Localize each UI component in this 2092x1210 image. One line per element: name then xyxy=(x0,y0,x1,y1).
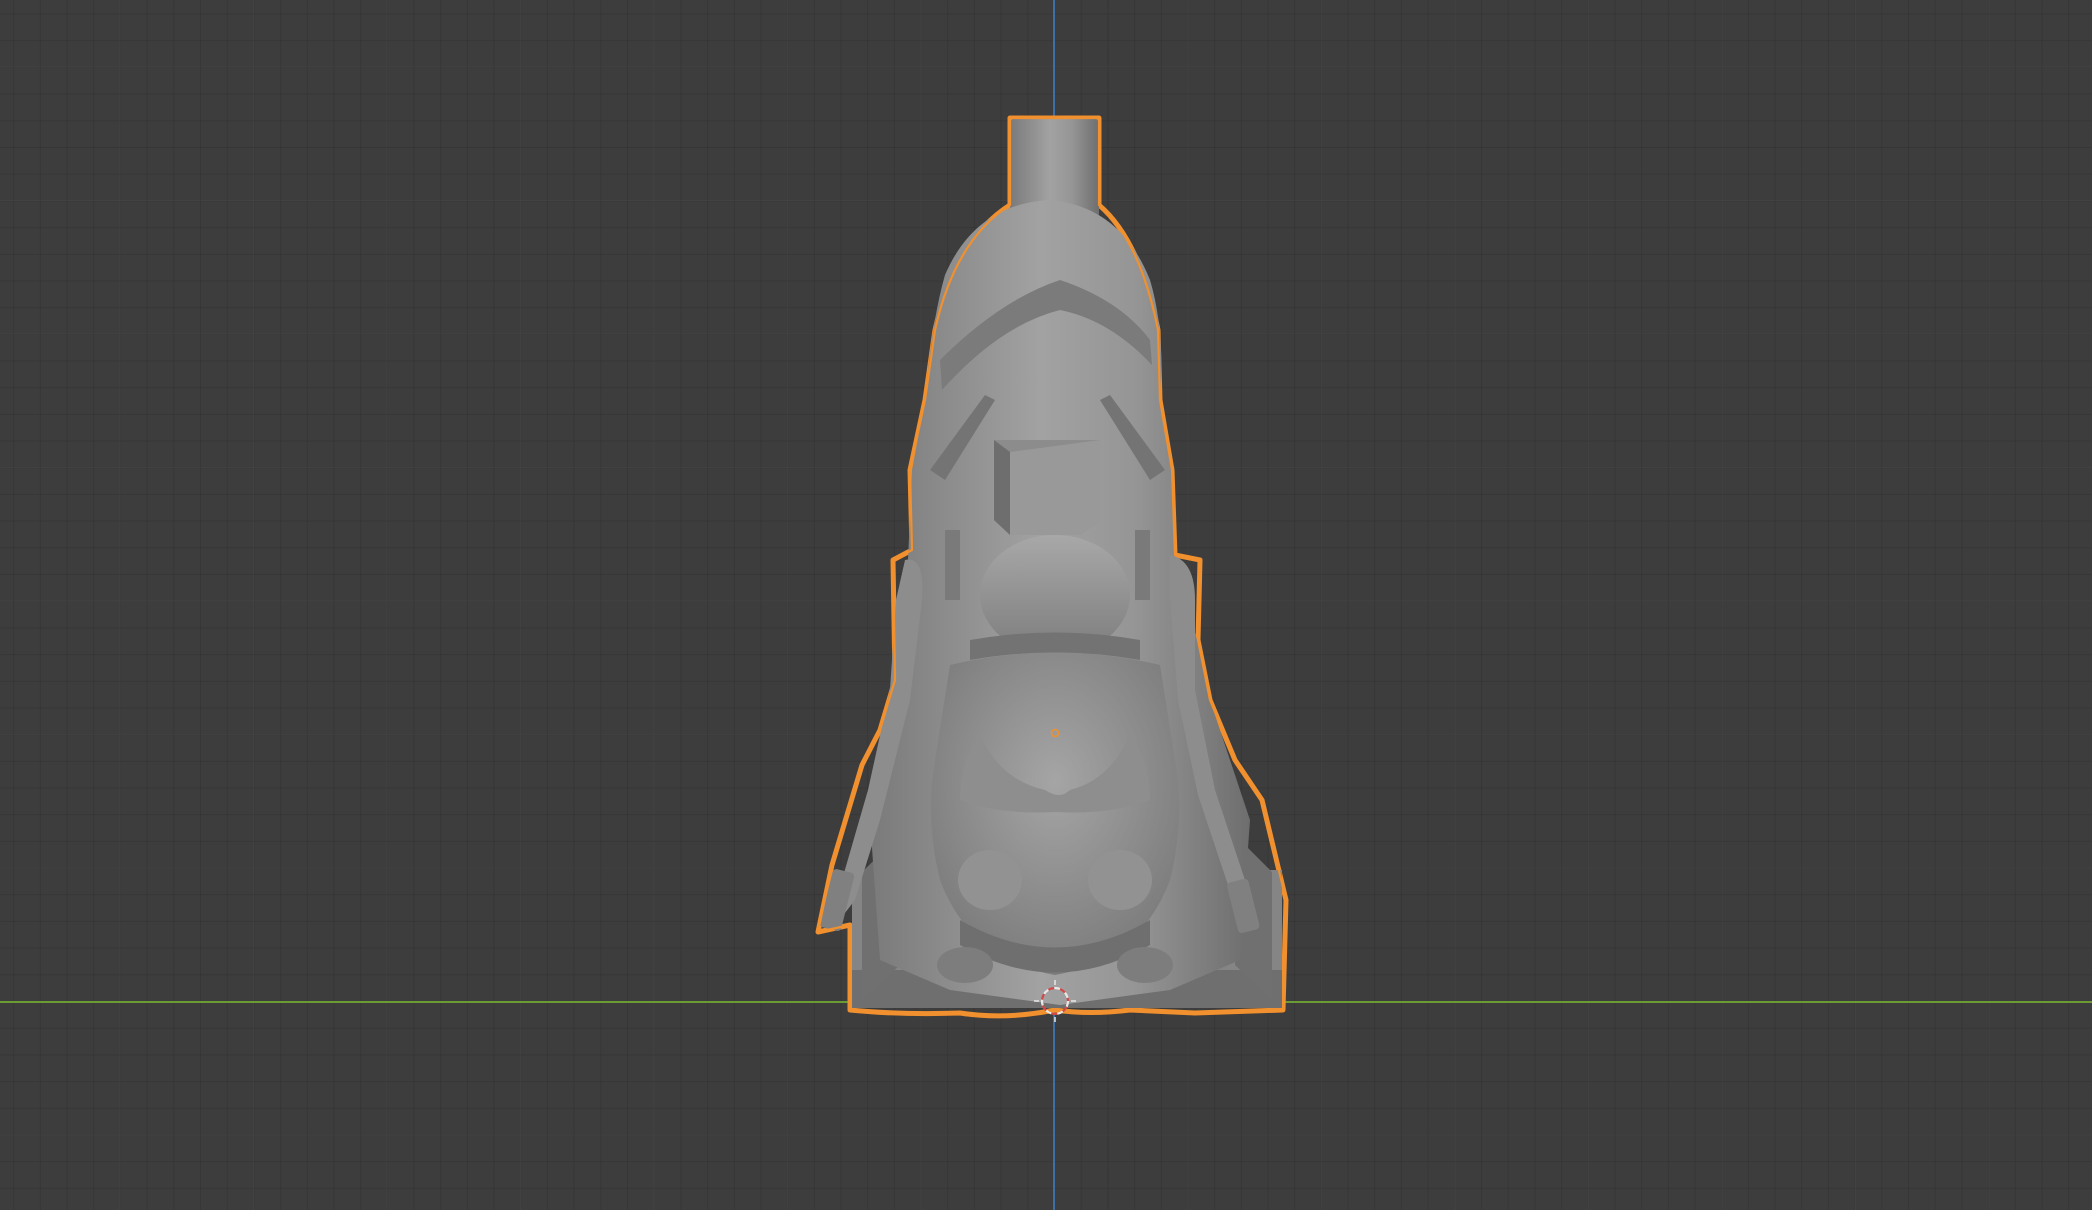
sculpture-mesh[interactable] xyxy=(815,115,1289,1019)
right-paw xyxy=(1117,947,1173,983)
3d-viewport[interactable] xyxy=(0,0,2092,1210)
scene-canvas[interactable] xyxy=(0,0,2092,1210)
visor-box-front xyxy=(1010,440,1100,535)
left-paw xyxy=(937,947,993,983)
right-vent xyxy=(1135,530,1150,600)
visor-box-side xyxy=(994,440,1010,535)
left-vent xyxy=(945,530,960,600)
right-cheek xyxy=(1088,850,1152,910)
left-cheek xyxy=(958,850,1022,910)
